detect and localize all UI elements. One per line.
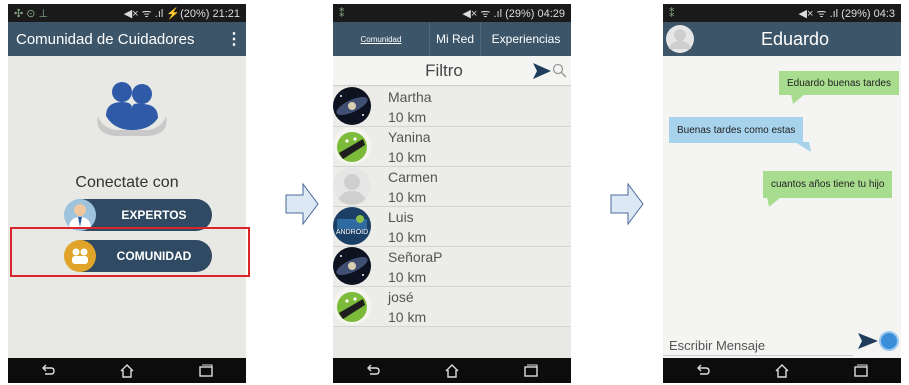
phone-chat-screen: ⁑ ◀× ᯤ .ıl (29%) 04:3 Eduardo Eduardo bu…	[663, 4, 901, 383]
contact-avatar	[333, 87, 371, 125]
contact-name: Martha	[388, 89, 432, 105]
contact-avatar	[333, 167, 371, 205]
contact-list-item[interactable]: josé 10 km	[333, 287, 571, 327]
expertos-label: EXPERTOS	[121, 208, 187, 222]
contact-distance: 10 km	[388, 149, 427, 165]
svg-text:ANDROID: ANDROID	[336, 229, 368, 236]
status-bar: ⁑ ◀× ᯤ .ıl (29%) 04:29	[333, 4, 571, 22]
status-indicators: ◀× ᯤ .ıl (29%) 04:3	[798, 7, 895, 20]
tab-experiencias[interactable]: Experiencias	[481, 22, 571, 56]
flow-arrow-icon	[285, 182, 319, 226]
back-icon[interactable]	[40, 364, 56, 378]
app-bar: Comunidad de Cuidadores ⋮	[8, 22, 246, 56]
recents-icon[interactable]	[853, 364, 869, 378]
notification-icons: ⁑	[669, 7, 675, 20]
notification-icons: ⁑	[339, 7, 345, 20]
overflow-menu-icon[interactable]: ⋮	[226, 29, 242, 49]
filter-search-button[interactable]	[531, 61, 571, 81]
contact-list: Martha 10 km Yanina 10 km Carmen 10 km ANDROID…	[333, 87, 571, 327]
back-icon[interactable]	[365, 364, 381, 378]
contact-distance: 10 km	[388, 309, 427, 325]
contact-distance: 10 km	[388, 109, 427, 125]
android-nav-bar	[333, 358, 571, 383]
filter-label: Filtro	[425, 60, 463, 80]
microphone-icon[interactable]	[879, 331, 899, 351]
contact-distance: 10 km	[388, 229, 427, 245]
contact-avatar	[333, 287, 371, 325]
contact-avatar	[333, 247, 371, 285]
contact-distance: 10 km	[388, 189, 427, 205]
android-nav-bar	[8, 358, 246, 383]
connect-heading: Conectate con	[75, 174, 179, 191]
phone-home-screen: ✣ ⊙ ⊥ ◀× ᯤ .ıl ⚡(20%) 21:21 Comunidad de…	[8, 4, 246, 383]
contact-list-item[interactable]: SeñoraP 10 km	[333, 247, 571, 287]
contact-avatar: ANDROID	[333, 207, 371, 245]
contact-name: Yanina	[388, 129, 431, 145]
recents-icon[interactable]	[198, 364, 214, 378]
bubble-tail	[791, 94, 805, 104]
contact-name: SeñoraP	[388, 249, 443, 265]
home-icon[interactable]	[444, 363, 460, 378]
tab-comunidad[interactable]: Comunidad	[333, 22, 429, 56]
message-area: Eduardo buenas tardes Buenas tardes como…	[663, 56, 901, 324]
chat-contact-name: Eduardo	[760, 28, 830, 49]
message-input[interactable]: Escribir Mensaje	[663, 326, 853, 356]
status-indicators: ◀× ᯤ .ıl (29%) 04:29	[462, 7, 565, 20]
contact-list-item[interactable]: Martha 10 km	[333, 87, 571, 127]
home-icon[interactable]	[119, 363, 135, 378]
contact-name: Carmen	[388, 169, 438, 185]
highlight-box	[10, 227, 250, 277]
message-bubble-received: Buenas tardes como estas	[669, 117, 804, 143]
status-bar: ✣ ⊙ ⊥ ◀× ᯤ .ıl ⚡(20%) 21:21	[8, 4, 246, 22]
recents-icon[interactable]	[523, 364, 539, 378]
bubble-tail	[767, 197, 781, 207]
contact-list-item[interactable]: Yanina 10 km	[333, 127, 571, 167]
chat-header: Eduardo	[663, 22, 901, 56]
contact-avatar	[333, 127, 371, 165]
filter-bar: Filtro	[333, 56, 571, 86]
back-icon[interactable]	[695, 364, 711, 378]
app-title: Comunidad de Cuidadores	[16, 30, 195, 48]
contact-name: Luis	[388, 209, 414, 225]
contact-name: josé	[388, 289, 414, 305]
home-icon[interactable]	[774, 363, 790, 378]
phone-community-list: ⁑ ◀× ᯤ .ıl (29%) 04:29 Comunidad Mi Red …	[333, 4, 571, 383]
flow-arrow-icon	[610, 182, 644, 226]
tab-mi-red[interactable]: Mi Red	[429, 22, 481, 56]
contact-list-item[interactable]: Carmen 10 km	[333, 167, 571, 207]
message-bubble-sent: Eduardo buenas tardes	[779, 71, 899, 95]
bubble-tail	[795, 142, 811, 152]
community-logo-icon	[97, 82, 167, 136]
message-bubble-sent: cuantos años tiene tu hijo	[763, 171, 893, 198]
message-input-bar: Escribir Mensaje	[663, 324, 901, 358]
send-icon[interactable]	[857, 332, 879, 350]
contact-avatar-icon[interactable]	[665, 24, 699, 54]
android-nav-bar	[663, 358, 901, 383]
notification-icons: ✣ ⊙ ⊥	[14, 7, 49, 20]
contact-list-item[interactable]: ANDROID Luis 10 km	[333, 207, 571, 247]
tab-bar: Comunidad Mi Red Experiencias	[333, 22, 571, 56]
contact-distance: 10 km	[388, 269, 427, 285]
status-bar: ⁑ ◀× ᯤ .ıl (29%) 04:3	[663, 4, 901, 22]
status-indicators: ◀× ᯤ .ıl ⚡(20%) 21:21	[123, 7, 240, 20]
